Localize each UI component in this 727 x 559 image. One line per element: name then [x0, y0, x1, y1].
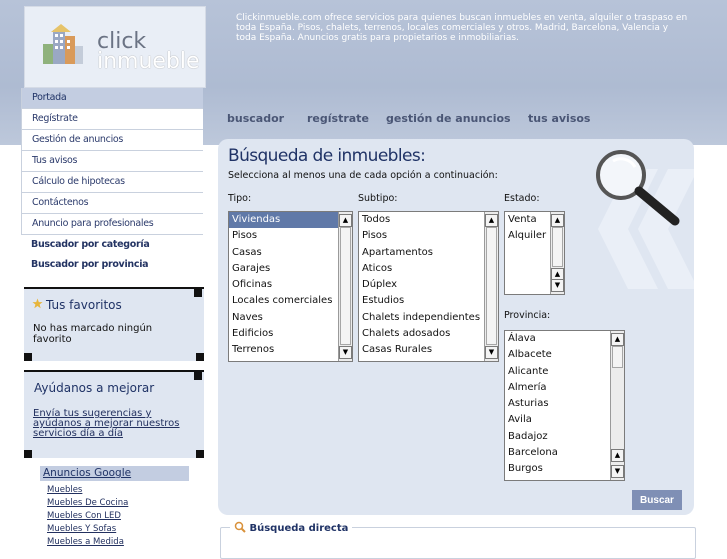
scrollbar-thumb[interactable] — [552, 227, 563, 267]
triangle-up-icon[interactable]: ▲ — [611, 333, 624, 346]
sidebar-nav: Portada Regístrate Gestión de anuncios T… — [21, 88, 203, 275]
top-tabs: buscador regístrate gestión de anuncios … — [214, 110, 704, 130]
help-box: Ayúdanos a mejorar Envía tus sugerencias… — [24, 370, 204, 458]
search-instructions: Selecciona al menos una de cada opción a… — [228, 170, 498, 181]
site-description: Clickinmueble.com ofrece servicios para … — [236, 13, 688, 43]
box-corner — [196, 450, 204, 458]
provincia-label: Provincia: — [504, 310, 551, 321]
list-item[interactable]: Garajes — [229, 261, 352, 277]
magnifier-small-icon — [234, 521, 246, 533]
sidebar-item-buscador-provincia[interactable]: Buscador por provincia — [21, 255, 203, 275]
list-item[interactable]: Almería — [505, 380, 624, 396]
box-corner — [24, 450, 32, 458]
list-item[interactable]: Pisos — [359, 228, 498, 244]
triangle-down-icon[interactable]: ▼ — [551, 279, 564, 292]
ad-link[interactable]: Muebles De Cocina — [47, 498, 128, 508]
help-title: Ayúdanos a mejorar — [34, 381, 155, 395]
list-item[interactable]: Burgos — [505, 461, 624, 477]
box-corner — [196, 353, 204, 361]
triangle-up-icon[interactable]: ▲ — [611, 449, 624, 462]
list-item[interactable]: Terrenos — [229, 342, 352, 358]
sidebar-item-registrate[interactable]: Regístrate — [21, 109, 203, 130]
estado-label: Estado: — [504, 193, 540, 204]
star-icon — [32, 298, 43, 309]
sidebar-item-hipotecas[interactable]: Cálculo de hipotecas — [21, 172, 203, 193]
tab-tus-avisos[interactable]: tus avisos — [528, 112, 590, 125]
favorites-box: Tus favoritos No has marcado ningún favo… — [24, 287, 204, 361]
subtipo-label: Subtipo: — [358, 193, 398, 204]
tab-buscador[interactable]: buscador — [227, 112, 284, 125]
suggestions-link[interactable]: Envía tus sugerencias y ayúdanos a mejor… — [33, 409, 193, 439]
list-item[interactable]: Naves — [229, 310, 352, 326]
list-item[interactable]: Aticos — [359, 261, 498, 277]
ad-link[interactable]: Muebles a Medida — [47, 537, 124, 547]
tab-registrate[interactable]: regístrate — [307, 112, 369, 125]
sidebar-item-contactenos[interactable]: Contáctenos — [21, 193, 203, 214]
list-item[interactable]: Casas — [229, 245, 352, 261]
triangle-down-icon[interactable]: ▼ — [485, 346, 498, 359]
sidebar-item-buscador-categoria[interactable]: Buscador por categoría — [21, 235, 203, 255]
triangle-up-icon[interactable]: ▲ — [485, 214, 498, 227]
list-item[interactable]: Asturias — [505, 396, 624, 412]
list-item[interactable]: Álava — [505, 331, 624, 347]
estado-select[interactable]: Venta Alquiler ▲ ▲ ▼ — [504, 211, 565, 295]
ad-link[interactable]: Muebles Con LED — [47, 511, 121, 521]
box-corner — [194, 289, 202, 297]
scrollbar[interactable]: ▲ ▼ — [338, 212, 352, 361]
list-item[interactable]: Alicante — [505, 364, 624, 380]
list-item[interactable]: Avila — [505, 412, 624, 428]
sidebar-item-portada[interactable]: Portada — [21, 88, 203, 109]
list-item[interactable]: Apartamentos — [359, 245, 498, 261]
list-item[interactable]: Albacete — [505, 347, 624, 363]
sidebar-item-profesionales[interactable]: Anuncio para profesionales — [21, 214, 203, 235]
list-item[interactable]: Estudios — [359, 293, 498, 309]
favorites-title: Tus favoritos — [46, 298, 122, 312]
scrollbar[interactable]: ▲ ▼ — [484, 212, 498, 361]
list-item[interactable]: Locales comerciales — [229, 293, 352, 309]
list-item[interactable]: Casas Rurales — [359, 342, 498, 358]
search-title: Búsqueda de inmuebles: — [228, 146, 426, 166]
scrollbar-thumb[interactable] — [486, 227, 497, 345]
box-corner — [24, 353, 32, 361]
list-item[interactable]: Chalets adosados — [359, 326, 498, 342]
logo-text-inmueble: inmueble — [97, 49, 200, 74]
ad-link[interactable]: Muebles Y Sofas — [47, 524, 116, 534]
ads-title[interactable]: Anuncios Google — [40, 466, 189, 481]
scrollbar[interactable]: ▲ ▲ ▼ — [550, 212, 564, 294]
triangle-down-icon[interactable]: ▼ — [611, 465, 624, 478]
ad-link[interactable]: Muebles — [47, 485, 82, 495]
list-item[interactable]: Viviendas — [229, 212, 352, 229]
search-button[interactable]: Buscar — [632, 490, 682, 510]
triangle-up-icon[interactable]: ▲ — [551, 214, 564, 227]
sidebar-item-tus-avisos[interactable]: Tus avisos — [21, 151, 203, 172]
scrollbar-thumb[interactable] — [340, 227, 351, 345]
direct-search-title: Búsqueda directa — [249, 523, 349, 534]
subtipo-select[interactable]: Todos Pisos Apartamentos Aticos Dúplex E… — [358, 211, 499, 362]
provincia-select[interactable]: Álava Albacete Alicante Almería Asturias… — [504, 330, 625, 481]
magnifier-icon — [596, 150, 680, 226]
list-item[interactable]: Dúplex — [359, 277, 498, 293]
scrollbar[interactable]: ▲ ▲ ▼ — [610, 331, 624, 480]
tab-gestion-anuncios[interactable]: gestión de anuncios — [386, 112, 511, 125]
list-item[interactable]: Barcelona — [505, 445, 624, 461]
list-item[interactable]: Chalets independientes — [359, 310, 498, 326]
triangle-down-icon[interactable]: ▼ — [339, 346, 352, 359]
tipo-label: Tipo: — [228, 193, 252, 204]
direct-search-legend: Búsqueda directa — [230, 521, 353, 534]
list-item[interactable]: Edificios — [229, 326, 352, 342]
sidebar-item-gestion-anuncios[interactable]: Gestión de anuncios — [21, 130, 203, 151]
favorites-empty-text: No has marcado ningún favorito — [33, 323, 153, 345]
buildings-logo-icon — [43, 24, 83, 64]
site-logo[interactable]: click inmueble — [24, 6, 206, 88]
tipo-select[interactable]: Viviendas Pisos Casas Garajes Oficinas L… — [228, 211, 353, 362]
triangle-up-icon[interactable]: ▲ — [339, 214, 352, 227]
box-corner — [194, 372, 202, 380]
scrollbar-thumb[interactable] — [612, 346, 623, 368]
list-item[interactable]: Todos — [359, 212, 498, 228]
list-item[interactable]: Pisos — [229, 228, 352, 244]
list-item[interactable]: Badajoz — [505, 429, 624, 445]
list-item[interactable]: Oficinas — [229, 277, 352, 293]
